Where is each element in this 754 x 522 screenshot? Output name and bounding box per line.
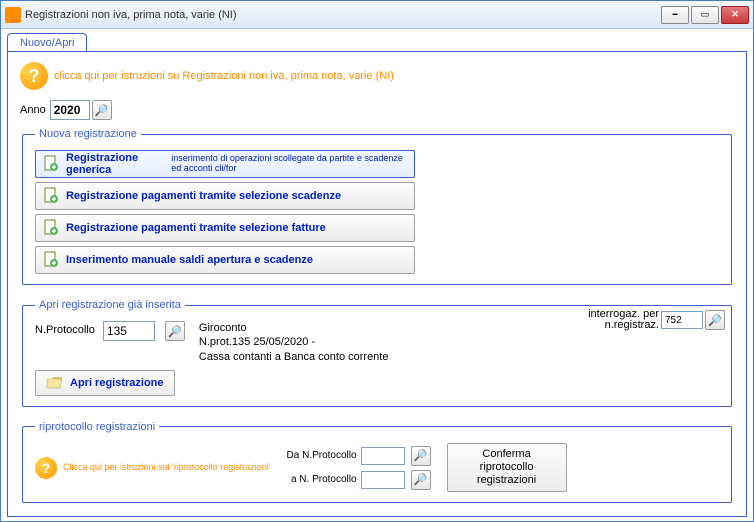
a-nprotocollo-input[interactable] bbox=[361, 471, 405, 489]
nprotocollo-input[interactable] bbox=[103, 321, 155, 341]
btn-registrazione-generica[interactable]: Registrazione generica inserimento di op… bbox=[35, 150, 415, 178]
legend-apri-registrazione: Apri registrazione già inserita bbox=[35, 299, 185, 311]
riprotocollo-inputs: Da N.Protocollo 🔎 a N. Protocollo 🔎 bbox=[287, 446, 431, 490]
btn-inserimento-manuale-saldi[interactable]: Inserimento manuale saldi apertura e sca… bbox=[35, 246, 415, 274]
document-add-icon bbox=[42, 187, 60, 205]
interrog-lookup-button[interactable]: 🔎 bbox=[705, 310, 725, 330]
question-icon: ? bbox=[35, 457, 57, 479]
anno-lookup-button[interactable]: 🔎 bbox=[92, 100, 112, 120]
help-row-main[interactable]: ? clicca qui per istruzioni su Registraz… bbox=[20, 62, 734, 90]
btn-registrazione-pagamenti-scadenze[interactable]: Registrazione pagamenti tramite selezion… bbox=[35, 182, 415, 210]
help-text-main: clicca qui per istruzioni su Registrazio… bbox=[54, 69, 394, 83]
fieldset-nuova-registrazione: Nuova registrazione Registrazione generi… bbox=[22, 128, 732, 285]
document-add-icon bbox=[42, 155, 60, 173]
conferma-riprotocollo-button[interactable]: Conferma riprotocollo registrazioni bbox=[447, 443, 567, 493]
binoculars-icon: 🔎 bbox=[414, 449, 428, 462]
da-nprotocollo-lookup-button[interactable]: 🔎 bbox=[411, 446, 431, 466]
btn-label: Registrazione pagamenti tramite selezion… bbox=[66, 190, 341, 202]
question-icon: ? bbox=[20, 62, 48, 90]
binoculars-icon: 🔎 bbox=[414, 473, 428, 486]
btn-registrazione-pagamenti-fatture[interactable]: Registrazione pagamenti tramite selezion… bbox=[35, 214, 415, 242]
close-button[interactable] bbox=[721, 6, 749, 24]
titlebar: Registrazioni non iva, prima nota, varie… bbox=[1, 1, 753, 29]
window-controls bbox=[661, 6, 749, 24]
binoculars-icon: 🔎 bbox=[168, 325, 182, 338]
btn-label: Registrazione pagamenti tramite selezion… bbox=[66, 222, 326, 234]
a-nprotocollo-lookup-button[interactable]: 🔎 bbox=[411, 470, 431, 490]
btn-label: Inserimento manuale saldi apertura e sca… bbox=[66, 254, 313, 266]
registrazione-details: Giroconto N.prot.135 25/05/2020 - Cassa … bbox=[199, 321, 389, 364]
folder-open-icon bbox=[46, 375, 64, 391]
tab-nuovo-apri[interactable]: Nuovo/Apri bbox=[7, 33, 87, 52]
da-nprotocollo-input[interactable] bbox=[361, 447, 405, 465]
riprotocollo-help[interactable]: ? Clicca qui per istruzioni sul 'riproto… bbox=[35, 457, 271, 479]
nprotocollo-lookup-button[interactable]: 🔎 bbox=[165, 321, 185, 341]
nuova-reg-buttons: Registrazione generica inserimento di op… bbox=[35, 150, 415, 274]
window-title: Registrazioni non iva, prima nota, varie… bbox=[25, 9, 661, 21]
btn-label: Registrazione generica bbox=[66, 152, 161, 176]
interrog-input[interactable] bbox=[661, 311, 703, 329]
riprotocollo-help-text: Clicca qui per istruzioni sul 'riprotoco… bbox=[63, 462, 271, 474]
detail-line-3: Cassa contanti a Banca conto corrente bbox=[199, 350, 389, 364]
fieldset-apri-registrazione: Apri registrazione già inserita interrog… bbox=[22, 299, 732, 407]
maximize-button[interactable] bbox=[691, 6, 719, 24]
content-panel: ? clicca qui per istruzioni su Registraz… bbox=[7, 51, 747, 517]
da-nprotocollo-label: Da N.Protocollo bbox=[287, 450, 357, 461]
apri-registrazione-button[interactable]: Apri registrazione bbox=[35, 370, 175, 396]
anno-label: Anno bbox=[20, 104, 46, 116]
nprotocollo-label: N.Protocollo bbox=[35, 321, 95, 336]
detail-line-2: N.prot.135 25/05/2020 - bbox=[199, 335, 389, 349]
a-nprotocollo-label: a N. Protocollo bbox=[287, 474, 357, 485]
anno-input[interactable] bbox=[50, 100, 90, 120]
btn-desc: inserimento di operazioni scollegate da … bbox=[171, 154, 408, 174]
interrog-label: interrogaz. pern.registraz. bbox=[588, 309, 659, 331]
legend-riprotocollo: riprotocollo registrazioni bbox=[35, 421, 159, 433]
application-window: Registrazioni non iva, prima nota, varie… bbox=[0, 0, 754, 522]
apri-registrazione-label: Apri registrazione bbox=[70, 377, 164, 389]
binoculars-icon: 🔎 bbox=[708, 314, 722, 327]
document-add-icon bbox=[42, 219, 60, 237]
interrogazione-bar: interrogaz. pern.registraz. 🔎 bbox=[588, 309, 725, 331]
legend-nuova-registrazione: Nuova registrazione bbox=[35, 128, 141, 140]
anno-row: Anno 🔎 bbox=[20, 100, 734, 120]
document-add-icon bbox=[42, 251, 60, 269]
minimize-button[interactable] bbox=[661, 6, 689, 24]
app-icon bbox=[5, 7, 21, 23]
detail-line-1: Giroconto bbox=[199, 321, 389, 335]
fieldset-riprotocollo: riprotocollo registrazioni ? Clicca qui … bbox=[22, 421, 732, 504]
tabstrip: Nuovo/Apri bbox=[1, 29, 753, 51]
riprotocollo-row: ? Clicca qui per istruzioni sul 'riproto… bbox=[35, 443, 719, 493]
binoculars-icon: 🔎 bbox=[95, 104, 109, 117]
